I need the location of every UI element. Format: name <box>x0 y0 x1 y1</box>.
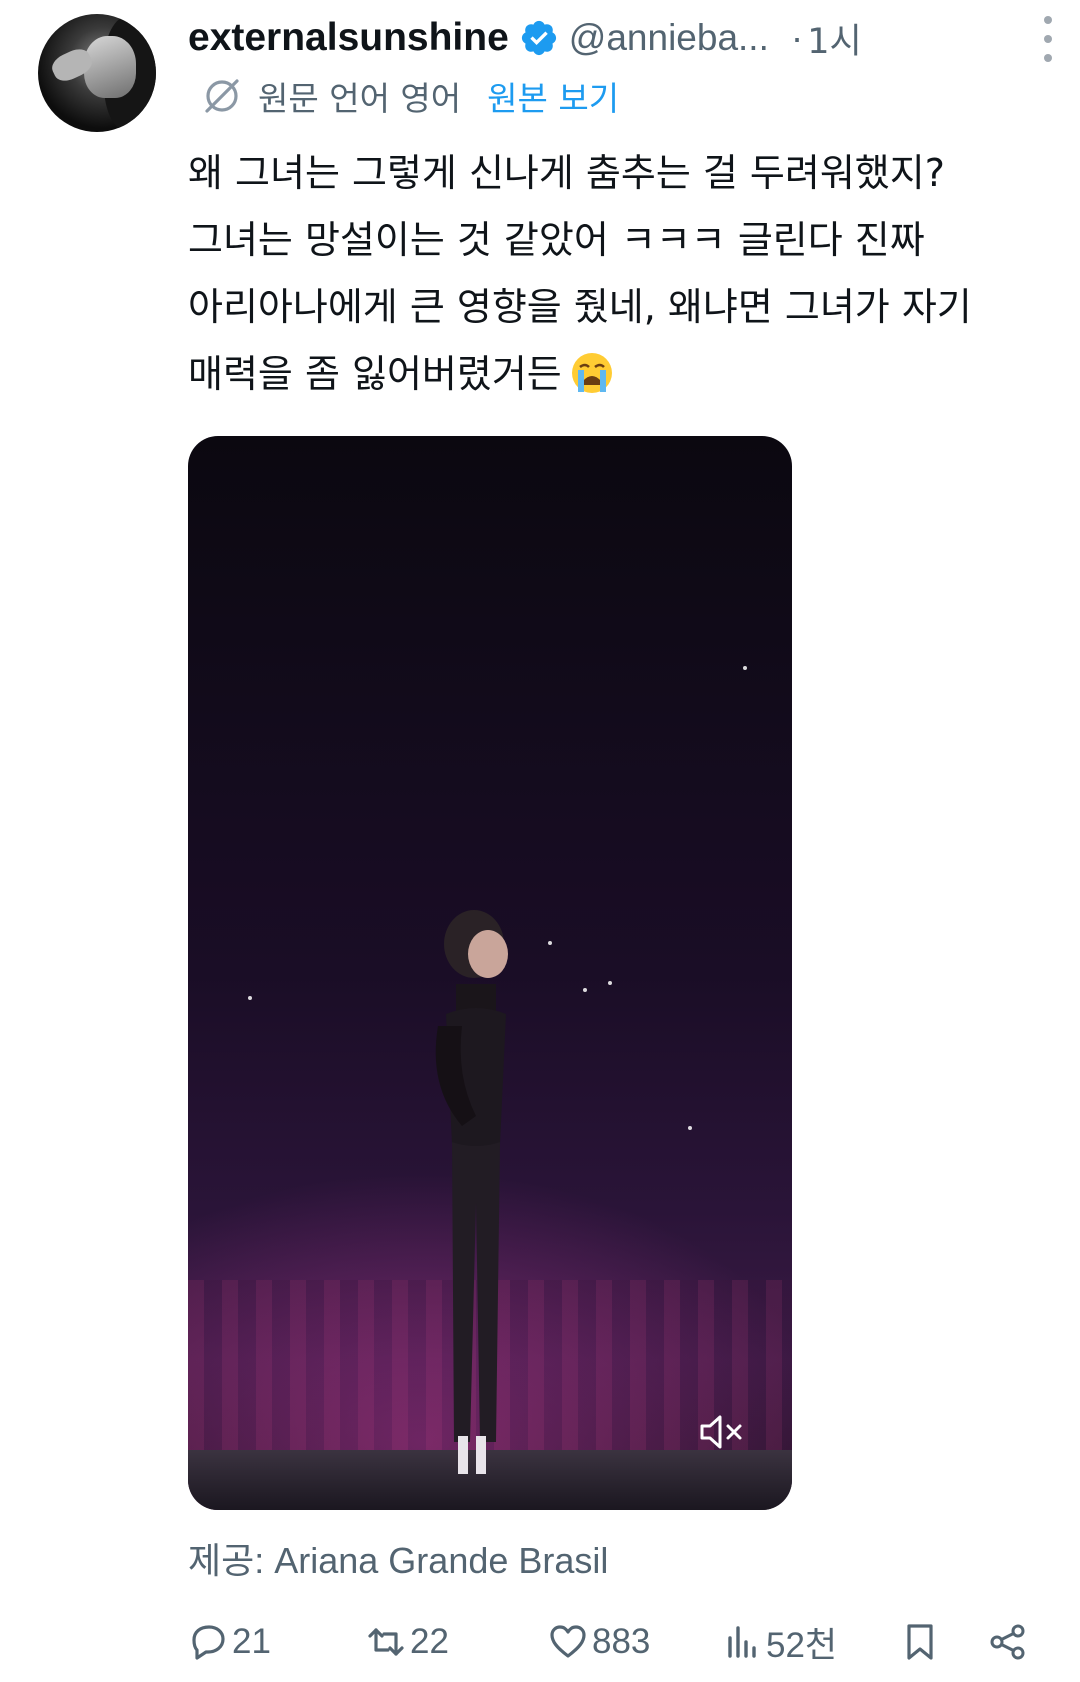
avatar-face <box>84 36 136 98</box>
repost-icon <box>368 1628 404 1656</box>
views-count: 52천 <box>766 1625 838 1665</box>
sparkle <box>583 988 587 992</box>
reply-count: 21 <box>232 1622 271 1661</box>
bookmark-button[interactable] <box>900 1612 940 1672</box>
sparkle <box>743 666 747 670</box>
action-bar: 21 22 883 52천 <box>188 1612 1038 1672</box>
tweet-text-line-last: 매력을 좀 잃어버렸거든 <box>188 341 1068 408</box>
video-player[interactable] <box>188 436 792 1510</box>
sparkle <box>688 1126 692 1130</box>
display-name[interactable]: externalsunshine <box>188 16 509 60</box>
tweet-text: 왜 그녀는 그렇게 신나게 춤추는 걸 두려워했지? 그녀는 망설이는 것 같았… <box>188 140 1068 408</box>
separator-dot: · <box>790 17 804 58</box>
tweet-text-line: 아리아나에게 큰 영향을 줬네, 왜냐면 그녀가 자기 <box>188 285 972 329</box>
sparkle <box>608 981 612 985</box>
performer-figure <box>435 910 508 1474</box>
avatar[interactable] <box>38 14 156 132</box>
sparkle <box>548 941 552 945</box>
views-icon <box>728 1626 756 1658</box>
sparkle <box>248 996 252 1000</box>
like-button[interactable]: 883 <box>548 1612 650 1672</box>
like-count: 883 <box>592 1622 651 1661</box>
bookmark-icon <box>907 1624 933 1660</box>
translation-row: 원문 언어 영어 원본 보기 <box>200 68 619 124</box>
more-icon[interactable] <box>1036 16 1060 62</box>
repost-count: 22 <box>410 1622 449 1661</box>
mute-icon[interactable] <box>698 1412 746 1452</box>
verified-badge-icon[interactable] <box>519 18 559 58</box>
user-handle[interactable]: @annieba... <box>569 17 769 59</box>
more-dot <box>1044 16 1052 24</box>
share-icon <box>990 1624 1025 1660</box>
views-button[interactable]: 52천 <box>722 1612 837 1672</box>
translate-icon <box>200 74 244 118</box>
more-dot <box>1044 54 1052 62</box>
reply-icon <box>192 1625 225 1660</box>
share-button[interactable] <box>988 1612 1028 1672</box>
reply-button[interactable]: 21 <box>188 1612 271 1672</box>
media-credit[interactable]: 제공: Ariana Grande Brasil <box>188 1532 608 1584</box>
show-original-link[interactable]: 원본 보기 <box>487 72 619 120</box>
repost-button[interactable]: 22 <box>366 1612 449 1672</box>
timestamp[interactable]: 1시 <box>807 13 861 64</box>
tweet-header: externalsunshine @annieba... · 1시 <box>188 8 1060 68</box>
translation-label: 원문 언어 영어 <box>258 79 462 118</box>
tweet-text-line: 매력을 좀 잃어버렸거든 <box>188 352 562 396</box>
tweet-text-line: 왜 그녀는 그렇게 신나게 춤추는 걸 두려워했지? <box>188 151 945 195</box>
loudly-crying-face-icon <box>568 349 616 397</box>
tweet-text-line: 그녀는 망설이는 것 같았어 ㅋㅋㅋ 글린다 진짜 <box>188 218 925 262</box>
like-icon <box>550 1625 586 1658</box>
more-dot <box>1044 35 1052 43</box>
